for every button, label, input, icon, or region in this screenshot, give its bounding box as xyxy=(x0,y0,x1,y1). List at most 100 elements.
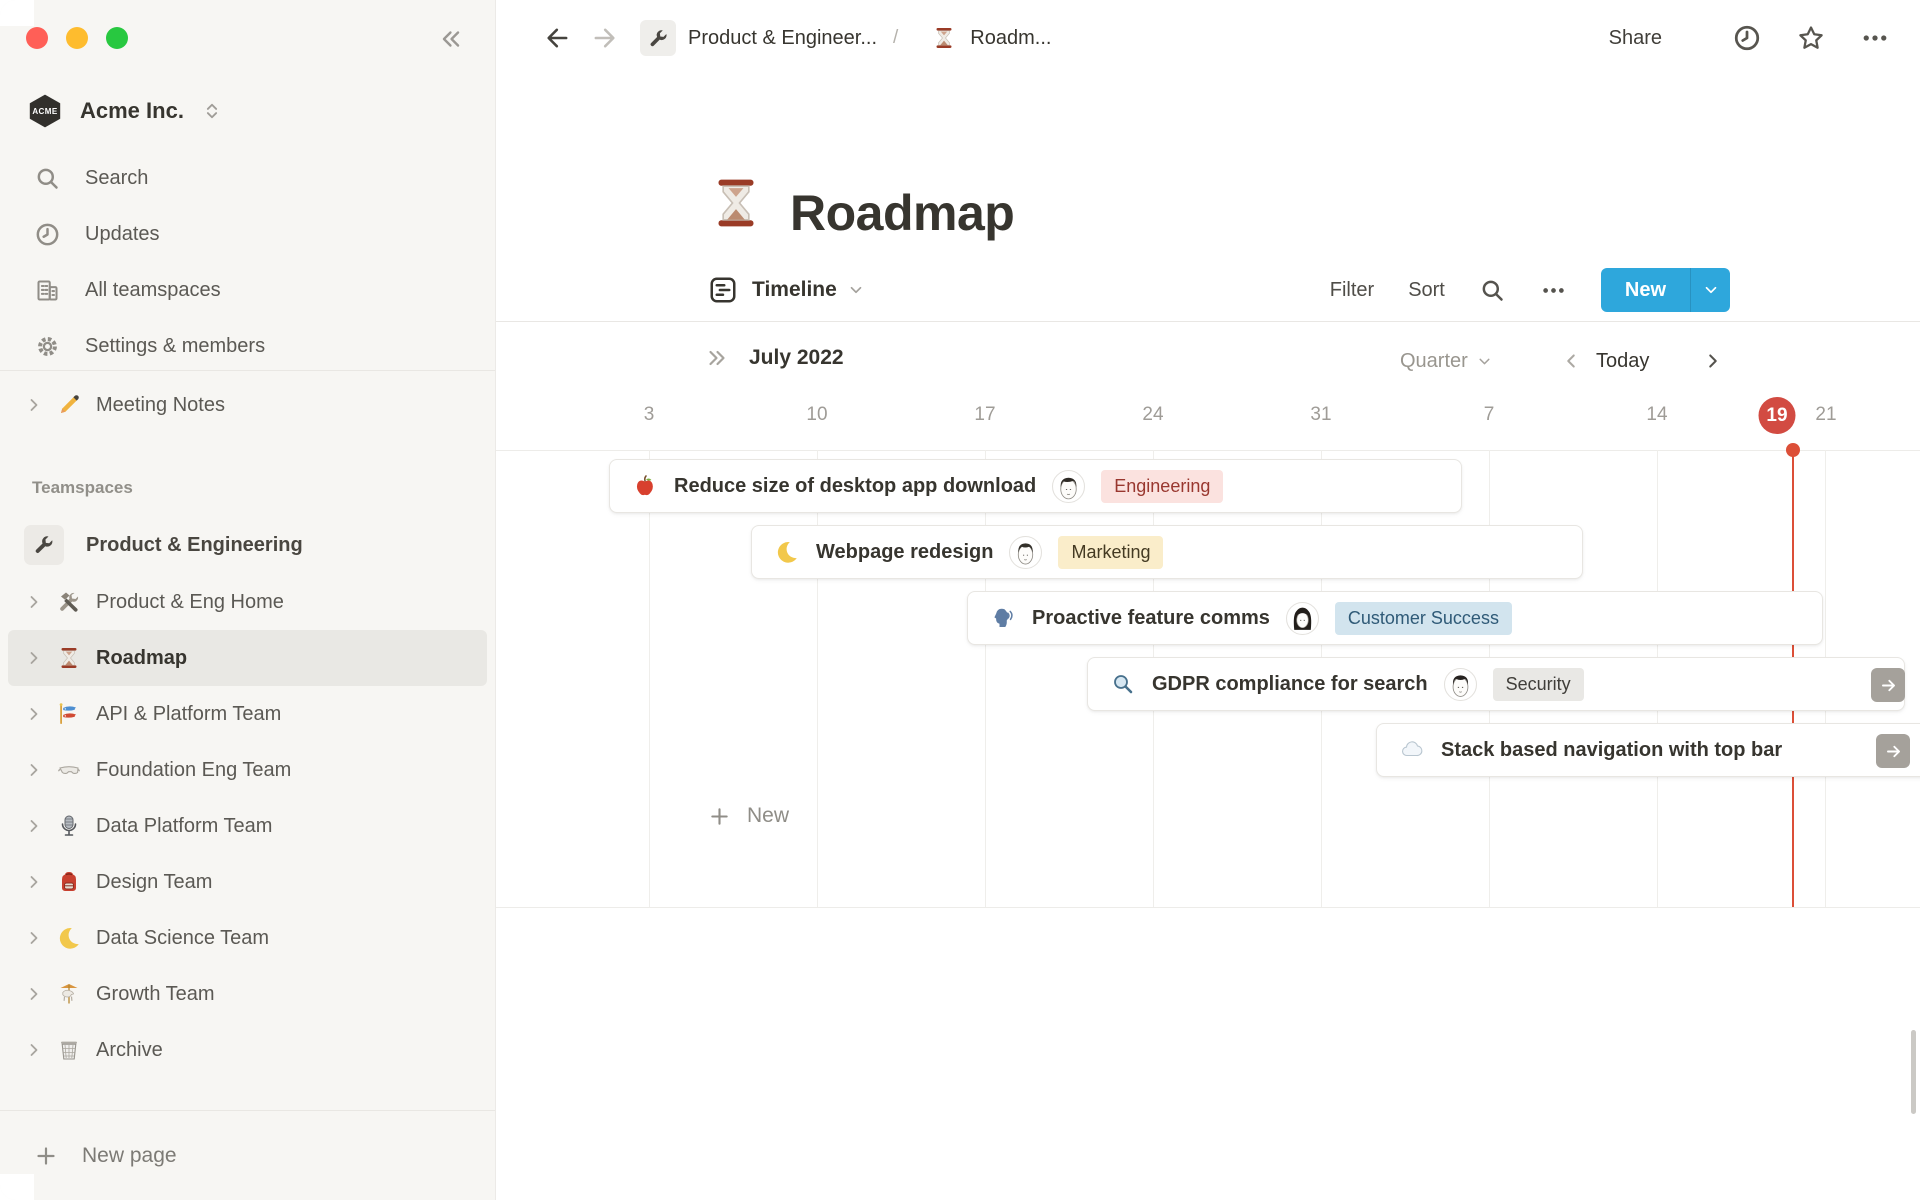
card-title: Proactive feature comms xyxy=(1032,606,1270,629)
timeline-prev-button[interactable] xyxy=(1560,350,1582,372)
sidebar-item-meeting-notes[interactable]: Meeting Notes xyxy=(8,377,487,433)
teamspace-root-product-engineering[interactable]: Product & Engineering xyxy=(8,516,487,574)
today-date-badge[interactable]: 19 xyxy=(1758,397,1796,434)
plus-icon xyxy=(34,1144,58,1168)
new-page-button[interactable]: New page xyxy=(0,1110,495,1200)
date-label[interactable]: 7 xyxy=(1484,404,1495,426)
back-button[interactable] xyxy=(544,24,572,52)
team-tag: Security xyxy=(1492,667,1584,701)
sidebar-item-api-platform-team[interactable]: API & Platform Team xyxy=(8,686,487,742)
timeline-card[interactable]: Webpage redesign Marketing xyxy=(751,525,1583,579)
week-gridline xyxy=(817,450,818,907)
breadcrumb-page[interactable]: Roadm... xyxy=(930,24,1051,52)
sidebar-item-settings-members[interactable]: Settings & members xyxy=(8,318,487,374)
chevron-right-icon xyxy=(24,760,44,780)
sidebar-collapse-button[interactable] xyxy=(434,22,468,56)
chevron-down-icon[interactable] xyxy=(847,281,865,299)
open-card-arrow-button[interactable] xyxy=(1871,668,1905,702)
sidebar-item-label: Data Science Team xyxy=(96,926,270,949)
sidebar-item-label: Archive xyxy=(96,1038,163,1061)
backpack-icon xyxy=(56,869,82,895)
timeline-today-button[interactable]: Today xyxy=(1596,350,1649,373)
page-hourglass-icon[interactable] xyxy=(708,167,764,239)
minimize-button[interactable] xyxy=(66,27,88,49)
sidebar-item-search[interactable]: Search xyxy=(8,150,487,206)
date-label[interactable]: 21 xyxy=(1815,404,1836,426)
timeline-card[interactable]: Proactive feature comms Customer Success xyxy=(967,591,1823,645)
assignee-avatar xyxy=(1052,469,1086,503)
page-title[interactable]: Roadmap xyxy=(790,186,1015,240)
filter-button[interactable]: Filter xyxy=(1330,279,1374,302)
date-label[interactable]: 31 xyxy=(1310,404,1331,426)
teamspaces-header: Teamspaces xyxy=(32,478,133,497)
sidebar-item-archive[interactable]: Archive xyxy=(8,1022,487,1078)
carousel-horse-icon xyxy=(56,981,82,1007)
view-tab-timeline[interactable]: Timeline xyxy=(752,278,837,302)
sort-button[interactable]: Sort xyxy=(1408,279,1445,302)
sidebar-item-label: Product & Eng Home xyxy=(96,590,284,613)
sidebar-item-all-teamspaces[interactable]: All teamspaces xyxy=(8,262,487,318)
timeline-card[interactable]: Reduce size of desktop app download Engin… xyxy=(609,459,1462,513)
chevron-right-icon xyxy=(24,816,44,836)
sidebar-item-label: Meeting Notes xyxy=(96,393,225,416)
carp-streamer-icon xyxy=(56,701,82,727)
new-page-label: New page xyxy=(82,1143,177,1167)
card-title: Webpage redesign xyxy=(816,540,994,563)
date-label[interactable]: 10 xyxy=(806,404,827,426)
sidebar-item-data-science-team[interactable]: Data Science Team xyxy=(8,910,487,966)
timeline-card[interactable]: GDPR compliance for search Security xyxy=(1087,657,1905,711)
breadcrumb-separator: / xyxy=(893,27,899,48)
timeline-view-icon xyxy=(708,275,738,305)
timeline-new-item-button[interactable]: New xyxy=(708,804,789,828)
date-label[interactable]: 17 xyxy=(974,404,995,426)
sidebar-item-label: All teamspaces xyxy=(85,278,221,301)
expand-timeline-icon[interactable] xyxy=(705,346,729,370)
timeline-month-label[interactable]: July 2022 xyxy=(749,346,844,370)
breadcrumb-label: Product & Engineer... xyxy=(688,26,878,49)
window-controls xyxy=(26,27,128,49)
teamspaces-list: Product & Engineering Product & Eng Home R… xyxy=(8,516,487,1078)
chevron-down-icon xyxy=(1476,353,1493,370)
crescent-moon-icon xyxy=(774,539,800,565)
sidebar-item-data-platform-team[interactable]: Data Platform Team xyxy=(8,798,487,854)
sidebar-item-foundation-eng-team[interactable]: Foundation Eng Team xyxy=(8,742,487,798)
team-tag: Customer Success xyxy=(1334,601,1512,635)
sidebar-item-roadmap[interactable]: Roadmap xyxy=(8,630,487,686)
sidebar-item-design-team[interactable]: Design Team xyxy=(8,854,487,910)
more-options-icon[interactable] xyxy=(1540,277,1567,304)
new-button-caret[interactable] xyxy=(1690,268,1730,312)
new-button[interactable]: New xyxy=(1600,268,1730,312)
teamspace-label: Product & Engineering xyxy=(86,533,303,556)
search-icon[interactable] xyxy=(1479,277,1506,304)
hourglass-icon xyxy=(930,24,958,52)
team-tag: Engineering xyxy=(1101,469,1224,503)
chevron-right-icon xyxy=(24,872,44,892)
studio-microphone-icon xyxy=(56,813,82,839)
sidebar: ACME Acme Inc. Search Updates All teamspac… xyxy=(0,0,496,1200)
date-label[interactable]: 24 xyxy=(1142,404,1163,426)
sidebar-item-product-eng-home[interactable]: Product & Eng Home xyxy=(8,574,487,630)
date-label[interactable]: 14 xyxy=(1646,404,1667,426)
timeline-zoom-select[interactable]: Quarter xyxy=(1400,350,1493,373)
workspace-switcher[interactable]: ACME Acme Inc. xyxy=(26,86,222,136)
share-button[interactable]: Share xyxy=(1609,27,1662,50)
favorite-star-icon[interactable] xyxy=(1796,23,1826,53)
history-clock-icon[interactable] xyxy=(1732,23,1762,53)
open-card-arrow-button[interactable] xyxy=(1876,734,1910,768)
sidebar-item-label: Roadmap xyxy=(96,646,188,669)
more-options-icon[interactable] xyxy=(1860,23,1890,53)
timeline-next-button[interactable] xyxy=(1702,350,1724,372)
date-label[interactable]: 3 xyxy=(644,404,655,426)
scrollbar-thumb[interactable] xyxy=(1911,1030,1916,1114)
close-button[interactable] xyxy=(26,27,48,49)
window-corner xyxy=(0,1174,34,1200)
breadcrumb-teamspace[interactable]: Product & Engineer... xyxy=(640,20,877,56)
chevron-right-icon xyxy=(24,928,44,948)
sidebar-item-updates[interactable]: Updates xyxy=(8,206,487,262)
forward-button[interactable] xyxy=(590,24,618,52)
sidebar-item-growth-team[interactable]: Growth Team xyxy=(8,966,487,1022)
timeline-canvas-top-border xyxy=(496,450,1920,451)
zoom-button[interactable] xyxy=(106,27,128,49)
wastebasket-icon xyxy=(56,1037,82,1063)
timeline-card[interactable]: Stack based navigation with top bar xyxy=(1376,723,1920,777)
